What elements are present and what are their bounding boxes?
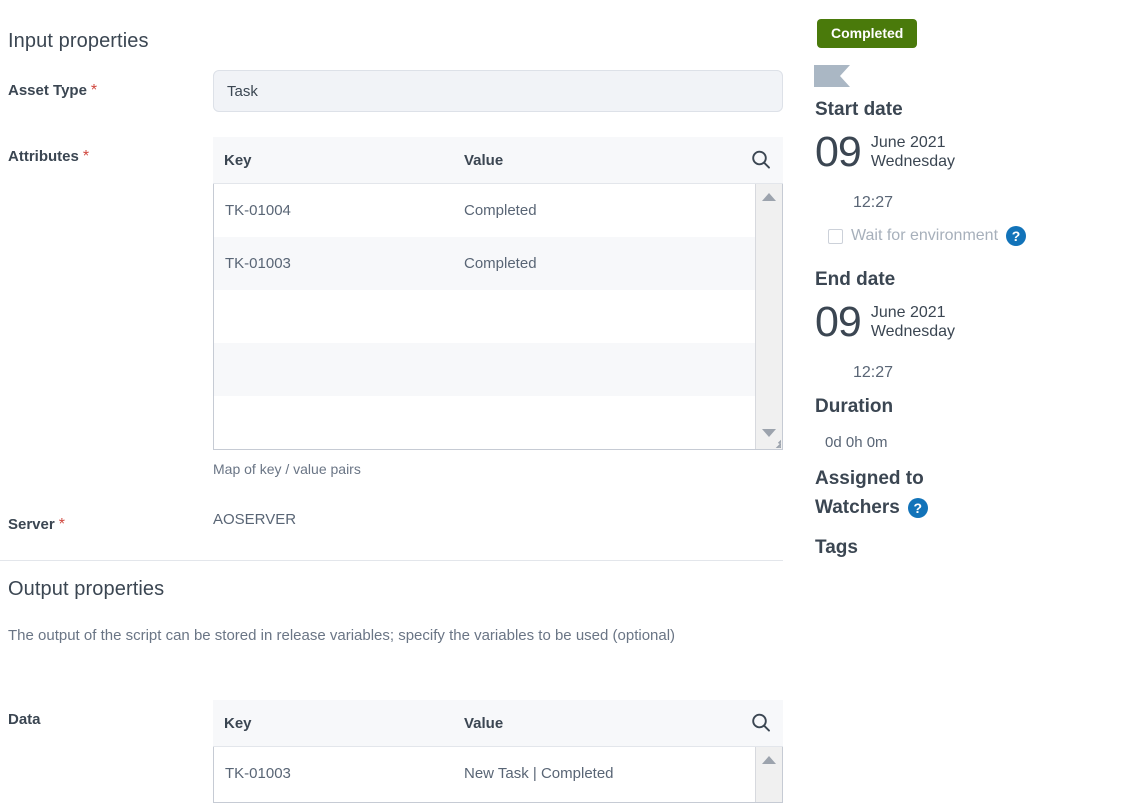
output-properties-title: Output properties bbox=[8, 578, 165, 600]
end-date-time: 12:27 bbox=[853, 364, 894, 381]
start-date-month-year: June 2021 bbox=[870, 134, 946, 151]
flag-icon bbox=[814, 65, 850, 87]
end-date-weekday: Wednesday bbox=[870, 323, 956, 340]
data-table-body: TK-01003 New Task | Completed bbox=[213, 747, 783, 803]
start-date-time: 12:27 bbox=[853, 194, 894, 211]
required-marker: * bbox=[82, 148, 90, 165]
scroll-up-arrow-icon[interactable] bbox=[762, 756, 776, 764]
table-row[interactable]: TK-01003 New Task | Completed bbox=[214, 747, 755, 800]
attributes-rows: TK-01004 Completed TK-01003 Completed bbox=[214, 184, 755, 449]
cell-value: Completed bbox=[464, 255, 537, 272]
attributes-helper-text: Map of key / value pairs bbox=[213, 461, 361, 477]
start-date-heading: Start date bbox=[815, 99, 903, 120]
section-divider bbox=[0, 560, 783, 561]
server-label-text: Server bbox=[8, 516, 55, 533]
search-icon[interactable] bbox=[739, 712, 783, 734]
server-value: AOSERVER bbox=[213, 511, 297, 528]
required-marker: * bbox=[90, 82, 98, 99]
cell-key: TK-01003 bbox=[225, 765, 291, 782]
end-date-detail: June 2021 Wednesday bbox=[871, 300, 955, 341]
start-date-detail: June 2021 Wednesday bbox=[871, 130, 955, 171]
duration-heading: Duration bbox=[815, 396, 894, 417]
start-date-day: 09 bbox=[815, 128, 862, 176]
output-properties-description: The output of the script can be stored i… bbox=[8, 627, 676, 644]
end-date-heading: End date bbox=[815, 269, 896, 290]
scroll-up-arrow-icon[interactable] bbox=[762, 193, 776, 201]
watchers-heading: Watchers bbox=[815, 497, 900, 518]
data-table-header: Key Value bbox=[213, 700, 783, 747]
data-label: Data bbox=[8, 711, 41, 728]
cell-value: New Task | Completed bbox=[464, 765, 614, 782]
input-properties-title: Input properties bbox=[8, 30, 149, 52]
data-rows: TK-01003 New Task | Completed bbox=[214, 747, 755, 802]
attributes-table-header: Key Value bbox=[213, 137, 783, 184]
vertical-scrollbar[interactable] bbox=[755, 184, 782, 449]
task-sidebar: Completed Start date 09 June 2021 Wednes… bbox=[814, 0, 1132, 798]
help-icon[interactable]: ? bbox=[1006, 226, 1027, 246]
table-row[interactable] bbox=[214, 290, 755, 343]
cell-value: Completed bbox=[464, 202, 537, 219]
asset-type-label-text: Asset Type bbox=[8, 82, 87, 99]
data-label-text: Data bbox=[8, 711, 41, 728]
duration-value: 0d 0h 0m bbox=[825, 434, 888, 451]
cell-key: TK-01004 bbox=[225, 202, 291, 219]
task-properties-page: Input properties Asset Type* Attributes*… bbox=[0, 0, 1132, 803]
cell-key: TK-01003 bbox=[225, 255, 291, 272]
end-date-day: 09 bbox=[815, 298, 862, 346]
end-date-value: 09 June 2021 Wednesday bbox=[815, 300, 955, 344]
status-badge[interactable]: Completed bbox=[817, 19, 918, 48]
attributes-table-body: TK-01004 Completed TK-01003 Completed bbox=[213, 184, 783, 450]
column-header-key: Key bbox=[224, 151, 252, 169]
column-header-value: Value bbox=[464, 151, 504, 169]
table-row[interactable]: TK-01004 Completed bbox=[214, 184, 755, 237]
column-header-value: Value bbox=[464, 714, 504, 732]
table-row[interactable] bbox=[214, 343, 755, 396]
data-keyvalue-widget: Key Value TK-01003 New Task | Completed bbox=[213, 700, 783, 803]
attributes-label: Attributes * bbox=[8, 148, 89, 166]
wait-for-environment-label: Wait for environment bbox=[851, 227, 999, 244]
column-header-key: Key bbox=[224, 714, 252, 732]
start-date-value: 09 June 2021 Wednesday bbox=[815, 130, 955, 174]
wait-for-environment-checkbox[interactable] bbox=[828, 228, 843, 244]
assigned-to-heading: Assigned to bbox=[815, 468, 924, 489]
start-date-weekday: Wednesday bbox=[870, 153, 956, 170]
wait-for-environment-row: Wait for environment ? bbox=[828, 226, 1027, 246]
server-label: Server * bbox=[8, 516, 65, 534]
asset-type-label: Asset Type * bbox=[8, 82, 97, 100]
required-marker: * bbox=[58, 516, 65, 533]
table-row[interactable]: TK-01003 Completed bbox=[214, 237, 755, 290]
tags-heading: Tags bbox=[815, 537, 858, 558]
attributes-label-text: Attributes bbox=[8, 148, 79, 165]
help-icon[interactable]: ? bbox=[907, 498, 928, 518]
search-icon[interactable] bbox=[739, 149, 783, 171]
end-date-month-year: June 2021 bbox=[870, 304, 946, 321]
vertical-scrollbar[interactable] bbox=[755, 747, 782, 802]
attributes-keyvalue-widget: Key Value TK-01004 Completed TK-01003 Co… bbox=[213, 137, 783, 450]
table-row[interactable] bbox=[214, 396, 755, 449]
watchers-heading-row: Watchers ? bbox=[815, 497, 928, 519]
main-form-pane: Input properties Asset Type* Attributes*… bbox=[0, 0, 800, 803]
asset-type-input[interactable] bbox=[213, 70, 783, 112]
resize-grip-handle[interactable] bbox=[768, 435, 781, 448]
